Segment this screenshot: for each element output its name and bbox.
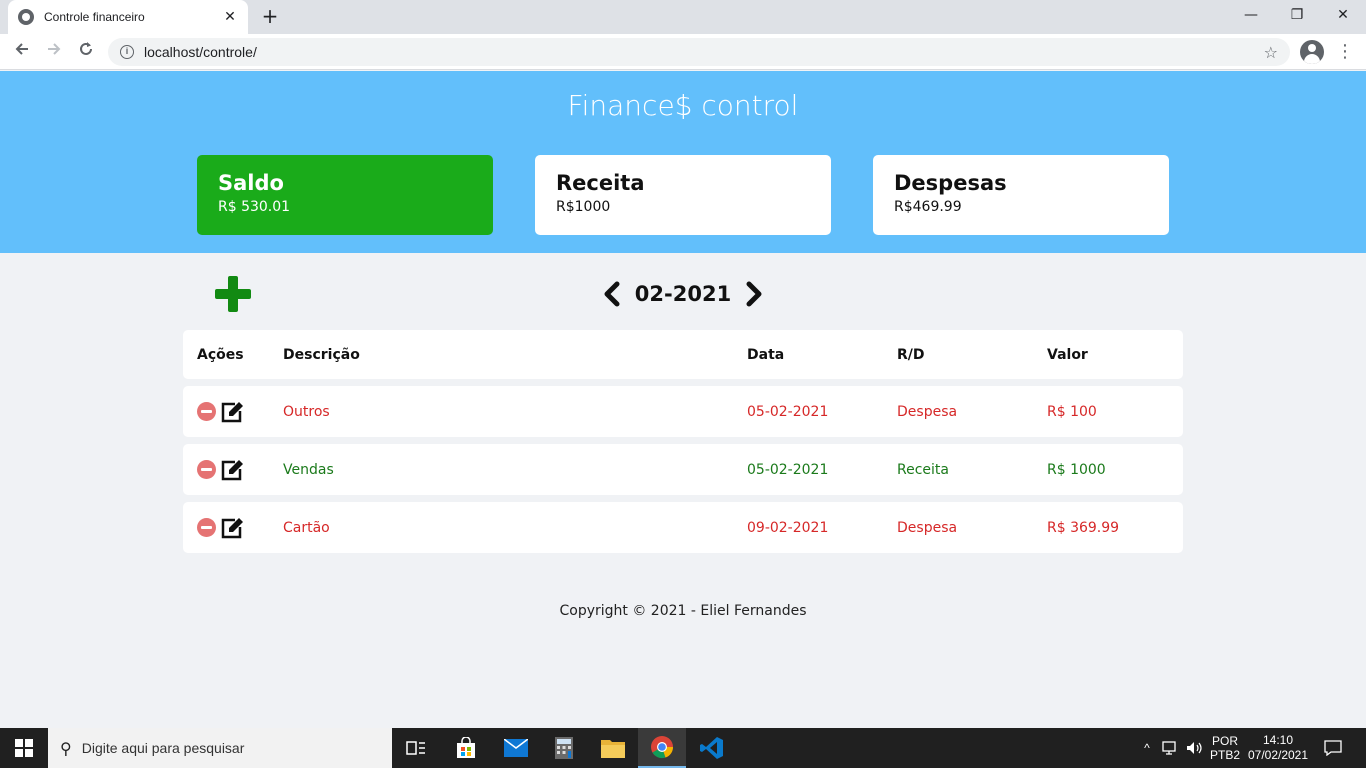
forward-icon[interactable] — [40, 38, 68, 66]
card-saldo-label: Saldo — [218, 171, 284, 195]
reload-icon[interactable] — [72, 38, 100, 66]
mail-icon[interactable] — [492, 728, 540, 768]
header-acoes: Ações — [197, 346, 244, 363]
row-descricao: Vendas — [283, 461, 334, 478]
bookmark-star-icon[interactable]: ☆ — [1264, 43, 1278, 62]
globe-icon — [18, 9, 34, 25]
delete-minus-circle-icon[interactable] — [197, 460, 216, 479]
row-data: 09-02-2021 — [747, 519, 829, 536]
calculator-icon[interactable] — [540, 728, 588, 768]
browser-tab-bar: Controle financeiro ✕ + — ❐ ✕ — [0, 0, 1366, 34]
new-tab-button[interactable]: + — [258, 4, 282, 28]
profile-avatar-icon[interactable] — [1300, 40, 1324, 64]
next-month-chevron-right-icon[interactable] — [744, 276, 766, 312]
row-valor: R$ 100 — [1047, 403, 1097, 420]
windows-start-icon[interactable] — [0, 728, 48, 768]
edit-pencil-icon[interactable] — [220, 459, 244, 481]
footer-copyright: Copyright © 2021 - Eliel Fernandes — [559, 603, 807, 619]
edit-pencil-icon[interactable] — [220, 401, 244, 423]
row-valor: R$ 369.99 — [1047, 519, 1120, 536]
address-bar[interactable]: i localhost/controle/ ☆ — [108, 38, 1290, 66]
search-icon: ⚲ — [60, 738, 72, 758]
clock[interactable]: 14:10 07/02/2021 — [1244, 728, 1312, 768]
delete-minus-circle-icon[interactable] — [197, 402, 216, 421]
tab-close-icon[interactable]: ✕ — [222, 9, 238, 25]
language-code: POR — [1211, 734, 1238, 748]
card-saldo-value: R$ 530.01 — [218, 199, 291, 215]
row-tipo: Receita — [897, 461, 949, 478]
header-descricao: Descrição — [283, 346, 360, 363]
table-row: Vendas 05-02-2021 Receita R$ 1000 — [183, 444, 1183, 495]
table-header: Ações Descrição Data R/D Valor — [183, 330, 1183, 379]
card-receita: Receita R$1000 — [535, 155, 831, 235]
url-text[interactable]: localhost/controle/ — [144, 44, 1264, 60]
card-saldo: Saldo R$ 530.01 — [197, 155, 493, 235]
restore-button[interactable]: ❐ — [1274, 0, 1320, 30]
keyboard-layout: PTB2 — [1209, 748, 1240, 762]
header-rd: R/D — [897, 346, 925, 363]
browser-tab[interactable]: Controle financeiro ✕ — [8, 0, 248, 34]
header-data: Data — [747, 346, 785, 363]
task-view-icon[interactable] — [392, 728, 440, 768]
row-actions — [197, 444, 244, 495]
file-explorer-icon[interactable] — [589, 728, 637, 768]
row-descricao: Cartão — [283, 519, 330, 536]
add-transaction-plus-icon[interactable] — [215, 276, 251, 312]
table-row: Cartão 09-02-2021 Despesa R$ 369.99 — [183, 502, 1183, 553]
network-icon[interactable] — [1160, 728, 1182, 768]
row-data: 05-02-2021 — [747, 403, 829, 420]
minimize-button[interactable]: — — [1228, 0, 1274, 30]
month-navigation: 02-2021 — [600, 276, 766, 312]
browser-menu-icon[interactable]: ⋮ — [1336, 40, 1354, 64]
row-data: 05-02-2021 — [747, 461, 829, 478]
vscode-icon[interactable] — [688, 728, 736, 768]
clock-date: 07/02/2021 — [1247, 748, 1309, 762]
previous-month-chevron-left-icon[interactable] — [600, 276, 622, 312]
tab-title: Controle financeiro — [44, 10, 145, 24]
language-indicator[interactable]: POR PTB2 — [1208, 728, 1242, 768]
card-receita-label: Receita — [556, 171, 645, 195]
row-descricao: Outros — [283, 403, 330, 420]
store-icon[interactable] — [442, 728, 490, 768]
row-valor: R$ 1000 — [1047, 461, 1106, 478]
header-banner: Finance$ control Saldo R$ 530.01 Receita… — [0, 71, 1366, 253]
chrome-icon[interactable] — [638, 728, 686, 768]
row-actions — [197, 502, 244, 553]
windows-taskbar: ⚲ Digite aqui para pesquisar ^ POR PTB2 … — [0, 728, 1366, 768]
table-row: Outros 05-02-2021 Despesa R$ 100 — [183, 386, 1183, 437]
row-tipo: Despesa — [897, 519, 958, 536]
delete-minus-circle-icon[interactable] — [197, 518, 216, 537]
info-icon[interactable]: i — [120, 45, 134, 59]
edit-pencil-icon[interactable] — [220, 517, 244, 539]
tray-chevron-up-icon[interactable]: ^ — [1138, 728, 1156, 768]
card-receita-value: R$1000 — [556, 199, 611, 215]
current-month: 02-2021 — [634, 282, 732, 306]
window-close-button[interactable]: ✕ — [1320, 0, 1366, 30]
row-actions — [197, 386, 244, 437]
card-despesas-label: Despesas — [894, 171, 1007, 195]
taskbar-search-placeholder: Digite aqui para pesquisar — [81, 740, 245, 756]
card-despesas-value: R$469.99 — [894, 199, 962, 215]
notifications-icon[interactable] — [1318, 728, 1348, 768]
clock-time: 14:10 — [1262, 733, 1294, 747]
volume-icon[interactable] — [1184, 728, 1206, 768]
card-despesas: Despesas R$469.99 — [873, 155, 1169, 235]
row-tipo: Despesa — [897, 403, 958, 420]
header-valor: Valor — [1047, 346, 1088, 363]
browser-toolbar: i localhost/controle/ ☆ — [0, 34, 1366, 70]
back-icon[interactable] — [8, 38, 36, 66]
page-title: Finance$ control — [567, 89, 799, 122]
taskbar-search[interactable]: ⚲ Digite aqui para pesquisar — [48, 728, 392, 768]
